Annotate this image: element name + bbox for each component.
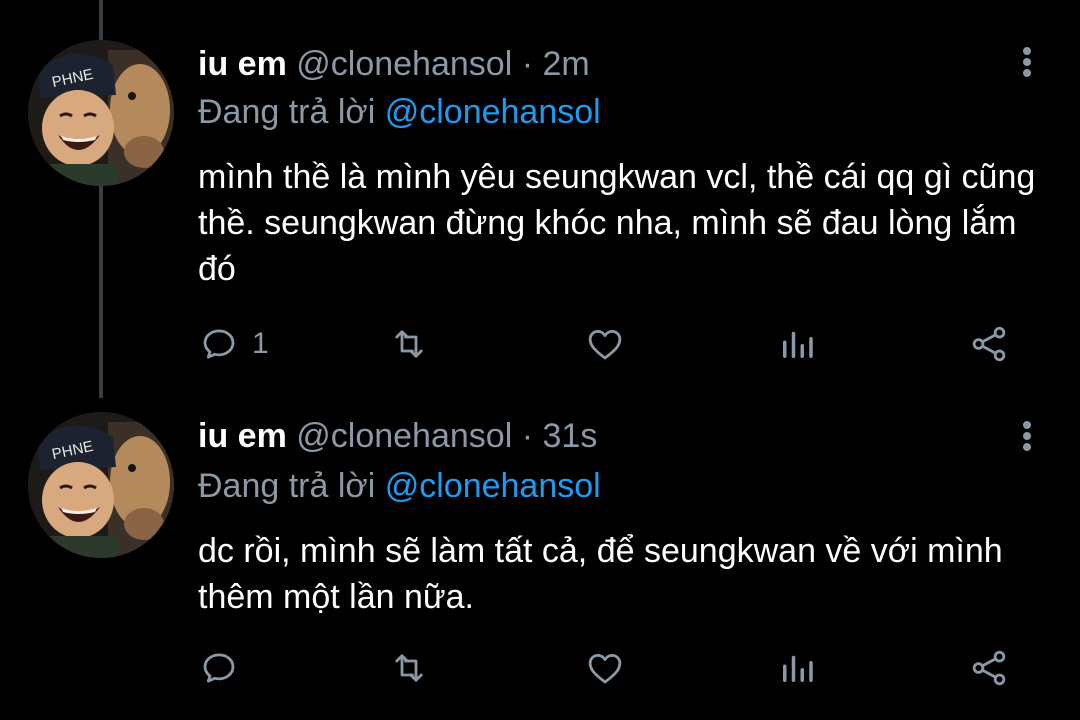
share-icon	[972, 326, 1006, 362]
tweet[interactable]: PHNE iu em @clonehansol · 2m Đang trả lờ…	[0, 0, 1080, 398]
reply-icon	[203, 329, 235, 359]
retweet-button[interactable]	[388, 322, 430, 366]
retweet-icon	[395, 330, 423, 358]
tweet-header: iu em @clonehansol · 2m	[198, 44, 590, 84]
tweet[interactable]: PHNE iu em @clonehansol · 31s Đang trả l…	[0, 398, 1080, 720]
tweet-header: iu em @clonehansol · 31s	[198, 416, 597, 456]
mention-link[interactable]: @clonehansol	[385, 93, 601, 131]
separator-dot: ·	[521, 417, 534, 455]
reply-button[interactable]: 1	[198, 322, 269, 366]
separator-dot: ·	[521, 45, 534, 83]
timestamp[interactable]: 2m	[543, 45, 590, 83]
analytics-button[interactable]	[776, 646, 818, 690]
replying-to: Đang trả lời @clonehansol	[198, 92, 601, 132]
timestamp[interactable]: 31s	[543, 417, 598, 455]
avatar[interactable]: PHNE	[28, 412, 174, 558]
replying-to-label: Đang trả lời	[198, 467, 376, 505]
reply-icon	[203, 653, 235, 683]
more-options-button[interactable]	[1020, 44, 1034, 84]
heart-icon	[588, 654, 622, 684]
retweet-icon	[395, 654, 423, 682]
more-vertical-icon	[1023, 47, 1031, 55]
analytics-button[interactable]	[776, 322, 818, 366]
avatar[interactable]: PHNE	[28, 40, 174, 186]
replying-to-label: Đang trả lời	[198, 93, 376, 131]
username-handle[interactable]: @clonehansol	[296, 417, 512, 455]
like-button[interactable]	[584, 646, 626, 690]
heart-icon	[588, 330, 622, 360]
more-vertical-icon	[1023, 421, 1031, 429]
like-button[interactable]	[584, 322, 626, 366]
mention-link[interactable]: @clonehansol	[385, 467, 601, 505]
username-handle[interactable]: @clonehansol	[296, 45, 512, 83]
display-name[interactable]: iu em	[198, 417, 287, 455]
tweet-text: dc rồi, mình sẽ làm tất cả, để seungkwan…	[198, 532, 1003, 616]
share-button[interactable]	[968, 646, 1010, 690]
replying-to: Đang trả lời @clonehansol	[198, 466, 601, 506]
tweet-text: mình thề là mình yêu seungkwan vcl, thề …	[198, 158, 1036, 288]
share-icon	[972, 650, 1006, 686]
retweet-button[interactable]	[388, 646, 430, 690]
tweet-actions: 1	[198, 322, 1028, 366]
tweet-actions	[198, 646, 1028, 690]
analytics-icon	[783, 331, 813, 358]
analytics-icon	[783, 655, 813, 682]
reply-count: 1	[252, 327, 269, 360]
reply-button[interactable]	[198, 646, 252, 690]
more-options-button[interactable]	[1020, 418, 1034, 458]
display-name[interactable]: iu em	[198, 45, 287, 83]
share-button[interactable]	[968, 322, 1010, 366]
